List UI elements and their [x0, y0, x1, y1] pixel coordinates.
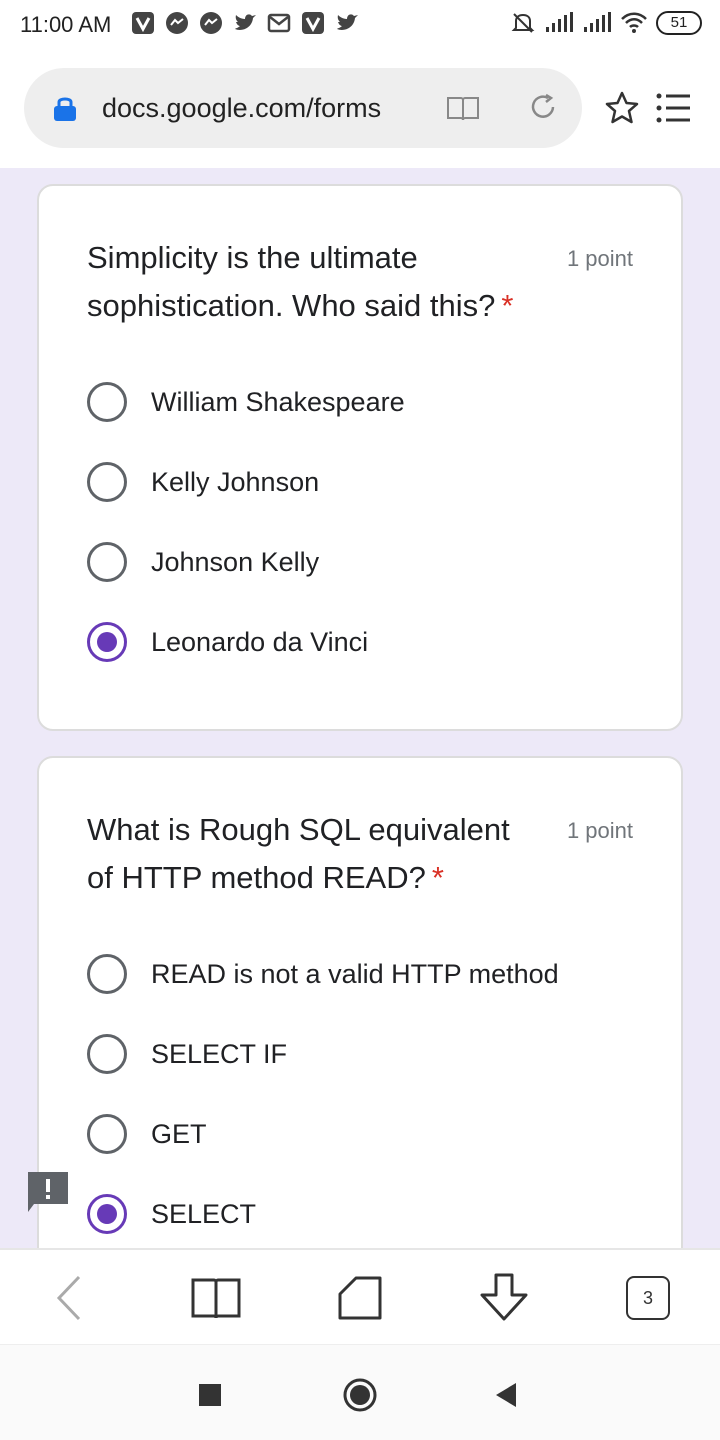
radio-option[interactable]: SELECT IF: [87, 1034, 287, 1074]
download-icon: [480, 1273, 528, 1321]
wifi-icon: [621, 12, 647, 33]
vpn-icon-2: [302, 12, 324, 34]
option-label[interactable]: GET: [151, 1119, 207, 1150]
twitter-icon: [235, 14, 256, 30]
reader-mode-icon[interactable]: [446, 94, 480, 122]
question-points: 1 point: [566, 818, 633, 843]
radio-option[interactable]: William Shakespeare: [87, 382, 405, 422]
vpn-icon: [132, 12, 154, 34]
status-bar: 11:00 AM 51: [0, 0, 720, 50]
radio-option[interactable]: GET: [87, 1114, 207, 1154]
home-icon: [338, 1276, 382, 1320]
menu-icon[interactable]: [656, 92, 692, 124]
messenger-icon: [166, 12, 188, 34]
radio-button[interactable]: [87, 382, 127, 422]
question-title: Simplicity is the ultimate sophisticatio…: [87, 234, 537, 330]
radio-button-selected[interactable]: [87, 622, 127, 662]
bookmarks-button[interactable]: [190, 1272, 242, 1324]
back-nav-button[interactable]: [486, 1375, 526, 1415]
gmail-icon: [267, 13, 291, 33]
triangle-back-icon: [496, 1383, 516, 1407]
question-card: What is Rough SQL equivalent of HTTP met…: [37, 756, 683, 1248]
book-icon: [191, 1278, 241, 1319]
option-label[interactable]: William Shakespeare: [151, 387, 405, 418]
option-label[interactable]: SELECT: [151, 1199, 256, 1230]
required-mark: *: [431, 860, 444, 895]
radio-option-selected[interactable]: Leonardo da Vinci: [87, 622, 368, 662]
notification-icons: [130, 10, 360, 36]
square-icon: [199, 1384, 221, 1406]
circle-icon: [343, 1378, 377, 1412]
tabs-button[interactable]: 3: [622, 1272, 674, 1324]
radio-option[interactable]: Kelly Johnson: [87, 462, 319, 502]
radio-option[interactable]: READ is not a valid HTTP method: [87, 954, 559, 994]
back-button[interactable]: [44, 1272, 96, 1324]
question-title: What is Rough SQL equivalent of HTTP met…: [87, 806, 537, 902]
home-button[interactable]: [334, 1272, 386, 1324]
signal-icon: [546, 12, 573, 32]
reload-icon[interactable]: [528, 92, 558, 122]
option-label[interactable]: READ is not a valid HTTP method: [151, 959, 559, 990]
radio-button[interactable]: [87, 1114, 127, 1154]
radio-option-selected[interactable]: SELECT: [87, 1194, 256, 1234]
radio-button[interactable]: [87, 954, 127, 994]
home-nav-button[interactable]: [340, 1375, 380, 1415]
mute-icon: [511, 13, 535, 33]
option-label[interactable]: Leonardo da Vinci: [151, 627, 368, 658]
radio-button[interactable]: [87, 1034, 127, 1074]
browser-toolbar: 3: [0, 1248, 720, 1344]
radio-button[interactable]: [87, 542, 127, 582]
download-button[interactable]: [478, 1272, 530, 1324]
option-label[interactable]: SELECT IF: [151, 1039, 287, 1070]
system-icons: 51: [510, 10, 702, 36]
feedback-icon[interactable]: [28, 1172, 68, 1212]
url-text[interactable]: docs.google.com/forms: [102, 93, 381, 124]
twitter-icon-2: [337, 14, 358, 30]
signal-icon-2: [584, 12, 611, 32]
tab-count: 3: [626, 1276, 670, 1320]
address-bar[interactable]: docs.google.com/forms: [24, 68, 582, 148]
chevron-left-icon: [56, 1275, 81, 1321]
status-time: 11:00 AM: [20, 12, 112, 37]
radio-button[interactable]: [87, 462, 127, 502]
bookmark-star-icon[interactable]: [604, 90, 640, 126]
question-text: Simplicity is the ultimate sophisticatio…: [87, 240, 496, 323]
question-points: 1 point: [566, 246, 633, 271]
battery-indicator: 51: [656, 11, 702, 35]
radio-button-selected[interactable]: [87, 1194, 127, 1234]
messenger-icon-2: [200, 12, 222, 34]
system-nav-bar: [0, 1344, 720, 1440]
question-card: Simplicity is the ultimate sophisticatio…: [37, 184, 683, 731]
radio-option[interactable]: Johnson Kelly: [87, 542, 319, 582]
option-label[interactable]: Kelly Johnson: [151, 467, 319, 498]
question-text: What is Rough SQL equivalent of HTTP met…: [87, 812, 510, 895]
recents-button[interactable]: [190, 1375, 230, 1415]
required-mark: *: [501, 288, 514, 323]
option-label[interactable]: Johnson Kelly: [151, 547, 319, 578]
lock-icon: [54, 97, 76, 121]
form-content[interactable]: Simplicity is the ultimate sophisticatio…: [0, 168, 720, 1248]
